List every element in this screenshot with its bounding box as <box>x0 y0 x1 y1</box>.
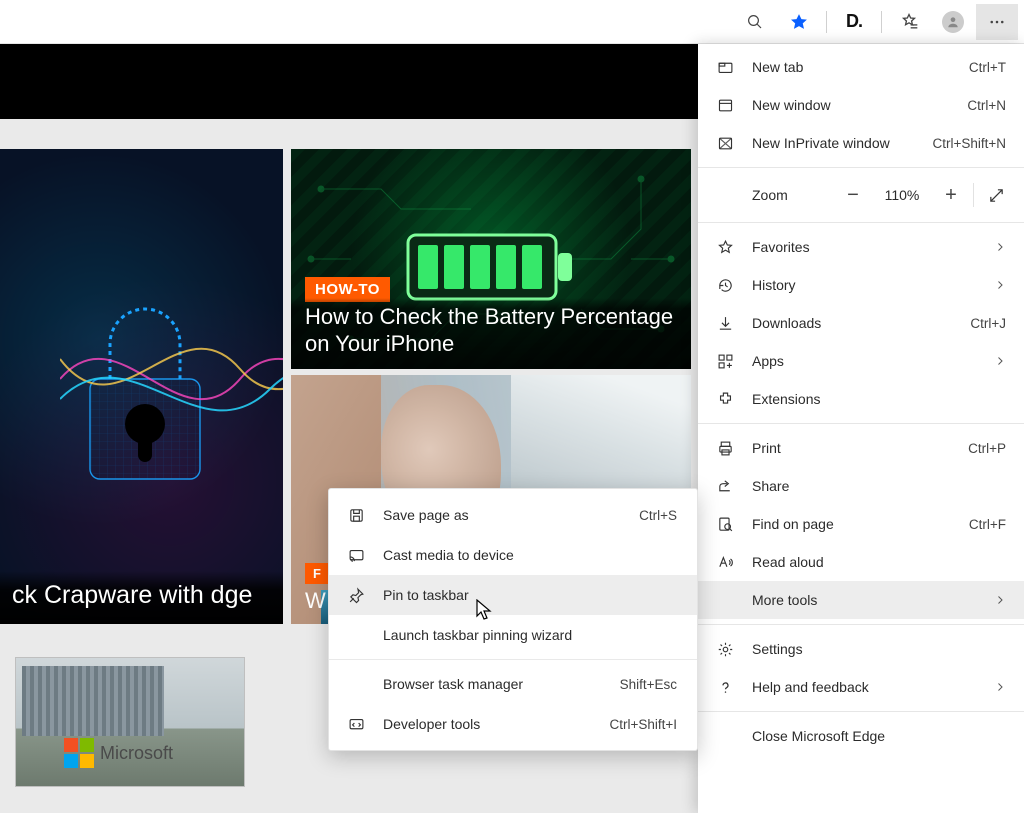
article-caption: How to Check the Battery Percentage on Y… <box>291 298 691 369</box>
edge-window: D. <box>0 0 1024 813</box>
apps-icon <box>714 353 736 370</box>
profile-avatar-icon[interactable] <box>932 4 974 40</box>
settings-and-more-menu: New tab Ctrl+T New window Ctrl+N New InP… <box>698 44 1024 813</box>
menu-item-apps[interactable]: Apps <box>698 342 1024 380</box>
padlock-art <box>0 149 283 624</box>
menu-item-print[interactable]: Print Ctrl+P <box>698 429 1024 467</box>
microsoft-thumb[interactable]: Microsoft <box>15 657 245 787</box>
submenu-item-pin-to-taskbar[interactable]: Pin to taskbar <box>329 575 697 615</box>
history-icon <box>714 277 736 294</box>
toolbar-separator <box>881 11 882 33</box>
menu-item-more-tools[interactable]: More tools <box>698 581 1024 619</box>
zoom-out-button[interactable]: − <box>831 177 875 213</box>
article-title: ck Crapware with dge <box>12 581 271 610</box>
menu-item-find[interactable]: Find on page Ctrl+F <box>698 505 1024 543</box>
favorite-star-icon[interactable] <box>778 4 820 40</box>
zoom-in-button[interactable]: + <box>929 177 973 213</box>
print-icon <box>714 440 736 457</box>
downloads-icon <box>714 315 736 332</box>
menu-item-history[interactable]: History <box>698 266 1024 304</box>
settings-gear-icon <box>714 641 736 658</box>
zoom-indicator-icon[interactable] <box>734 4 776 40</box>
new-window-icon <box>714 97 736 114</box>
chevron-right-icon <box>994 681 1006 693</box>
share-icon <box>714 478 736 495</box>
inprivate-icon <box>714 135 736 152</box>
more-tools-submenu: Save page as Ctrl+S Cast media to device… <box>328 488 698 751</box>
menu-item-new-tab[interactable]: New tab Ctrl+T <box>698 48 1024 86</box>
article-tile-battery[interactable]: HOW-TO How to Check the Battery Percenta… <box>291 149 691 369</box>
help-icon <box>714 679 736 696</box>
menu-separator <box>698 222 1024 223</box>
chevron-right-icon <box>994 241 1006 253</box>
microsoft-logo-icon <box>64 738 94 768</box>
more-menu-button[interactable] <box>976 4 1018 40</box>
devtools-icon <box>345 716 367 733</box>
article-title: How to Check the Battery Percentage on Y… <box>305 304 677 357</box>
submenu-item-launch-pinning-wizard[interactable]: Launch taskbar pinning wizard <box>329 615 697 655</box>
menu-item-favorites[interactable]: Favorites <box>698 228 1024 266</box>
browser-toolbar: D. <box>0 0 1024 44</box>
zoom-label: Zoom <box>752 187 831 203</box>
chevron-right-icon <box>994 355 1006 367</box>
fullscreen-button[interactable] <box>974 177 1018 213</box>
chevron-right-icon <box>994 594 1006 606</box>
favorites-icon <box>714 239 736 256</box>
submenu-item-task-manager[interactable]: Browser task manager Shift+Esc <box>329 664 697 704</box>
favorites-list-icon[interactable] <box>888 4 930 40</box>
menu-zoom-row: Zoom − 110% + <box>698 173 1024 217</box>
menu-item-new-window[interactable]: New window Ctrl+N <box>698 86 1024 124</box>
extensions-icon <box>714 391 736 408</box>
find-on-page-icon <box>714 516 736 533</box>
submenu-item-cast[interactable]: Cast media to device <box>329 535 697 575</box>
menu-separator <box>698 711 1024 712</box>
extension-d-icon[interactable]: D. <box>833 4 875 40</box>
menu-item-read-aloud[interactable]: Read aloud <box>698 543 1024 581</box>
menu-item-downloads[interactable]: Downloads Ctrl+J <box>698 304 1024 342</box>
save-icon <box>345 507 367 524</box>
toolbar-separator <box>826 11 827 33</box>
submenu-item-developer-tools[interactable]: Developer tools Ctrl+Shift+I <box>329 704 697 744</box>
submenu-item-save-page-as[interactable]: Save page as Ctrl+S <box>329 495 697 535</box>
cast-icon <box>345 547 367 564</box>
submenu-separator <box>329 659 697 660</box>
menu-item-help[interactable]: Help and feedback <box>698 668 1024 706</box>
new-tab-icon <box>714 59 736 76</box>
microsoft-wordmark: Microsoft <box>100 743 173 764</box>
chevron-right-icon <box>994 279 1006 291</box>
menu-separator <box>698 167 1024 168</box>
category-badge: F <box>305 563 329 584</box>
menu-item-settings[interactable]: Settings <box>698 630 1024 668</box>
menu-separator <box>698 624 1024 625</box>
read-aloud-icon <box>714 554 736 571</box>
zoom-value: 110% <box>875 187 929 203</box>
menu-item-extensions[interactable]: Extensions <box>698 380 1024 418</box>
menu-separator <box>698 423 1024 424</box>
article-caption: ck Crapware with dge <box>0 571 283 624</box>
pin-icon <box>345 587 367 604</box>
article-tile-crapware[interactable]: ck Crapware with dge <box>0 149 283 624</box>
menu-item-close-edge[interactable]: Close Microsoft Edge <box>698 717 1024 755</box>
menu-item-new-inprivate[interactable]: New InPrivate window Ctrl+Shift+N <box>698 124 1024 162</box>
menu-item-share[interactable]: Share <box>698 467 1024 505</box>
